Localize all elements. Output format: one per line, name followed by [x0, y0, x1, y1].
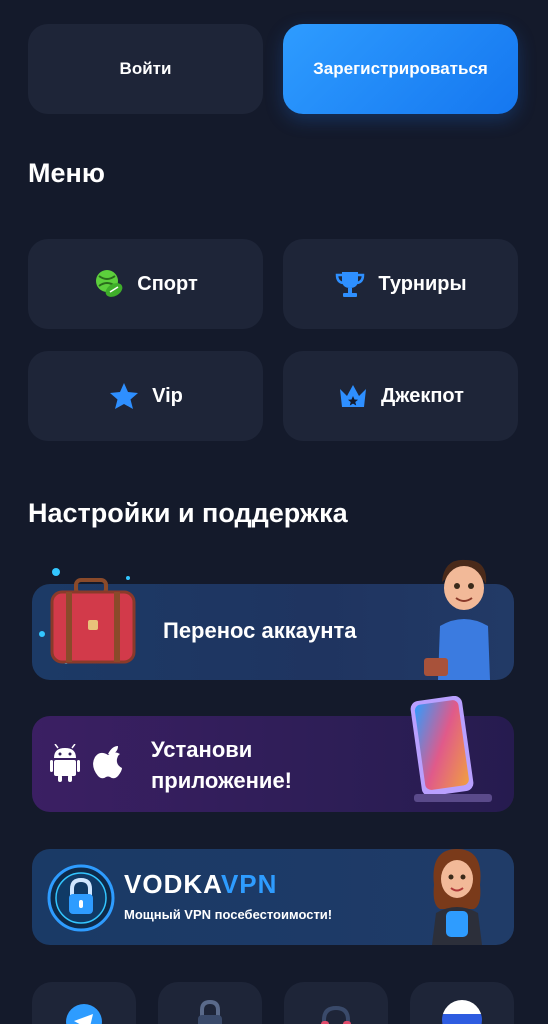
trophy-icon — [334, 268, 366, 300]
menu-item-label: Vip — [152, 384, 183, 407]
install-app-line2: приложение! — [151, 768, 293, 793]
menu-item-vip[interactable]: Vip — [28, 351, 263, 441]
register-button[interactable]: Зарегистрироваться — [283, 24, 518, 114]
crown-icon — [337, 380, 369, 412]
install-app-line1: Установи — [151, 737, 253, 762]
login-button[interactable]: Войти — [28, 24, 263, 114]
star-icon — [108, 380, 140, 412]
support-title: Настройки и поддержка — [28, 498, 348, 528]
girl-avatar-icon — [424, 845, 490, 945]
vpn-banner[interactable]: VODKAVPN Мощный VPN посебестоимости! — [32, 849, 514, 945]
menu-item-label: Спорт — [137, 272, 198, 295]
menu-item-sport[interactable]: Спорт — [28, 239, 263, 329]
account-transfer-banner[interactable]: Перенос аккаунта — [32, 559, 514, 680]
menu-item-tournaments[interactable]: Турниры — [283, 239, 518, 329]
menu-item-label: Джекпот — [381, 384, 464, 407]
boy-avatar-icon — [424, 554, 504, 680]
language-button[interactable] — [410, 982, 514, 1024]
telegram-icon — [66, 1004, 102, 1024]
vpn-lock-icon — [46, 863, 116, 933]
lock-icon — [194, 1000, 226, 1024]
menu-item-jackpot[interactable]: Джекпот — [283, 351, 518, 441]
vpn-brand-part2: VPN — [220, 869, 278, 899]
telegram-button[interactable] — [32, 982, 136, 1024]
vpn-brand-part1: VODKA — [124, 869, 221, 899]
menu-item-label: Турниры — [378, 272, 467, 295]
install-app-banner[interactable]: Установи приложение! — [32, 696, 514, 812]
phone-icon — [410, 696, 496, 808]
sport-ball-icon — [93, 268, 125, 300]
suitcase-icon — [36, 562, 146, 680]
headset-icon — [318, 1002, 354, 1024]
account-transfer-label: Перенос аккаунта — [163, 618, 357, 643]
android-icon — [50, 744, 80, 782]
install-app-label: Установи приложение! — [151, 734, 292, 796]
language-flag-icon — [442, 1000, 482, 1024]
auth-row: Войти Зарегистрироваться — [28, 24, 518, 116]
vpn-brand: VODKAVPN — [124, 869, 277, 900]
security-button[interactable] — [158, 982, 262, 1024]
menu-title: Меню — [28, 158, 105, 188]
support-button[interactable] — [284, 982, 388, 1024]
apple-icon — [92, 744, 124, 780]
vpn-subtitle: Мощный VPN посебестоимости! — [124, 907, 333, 922]
